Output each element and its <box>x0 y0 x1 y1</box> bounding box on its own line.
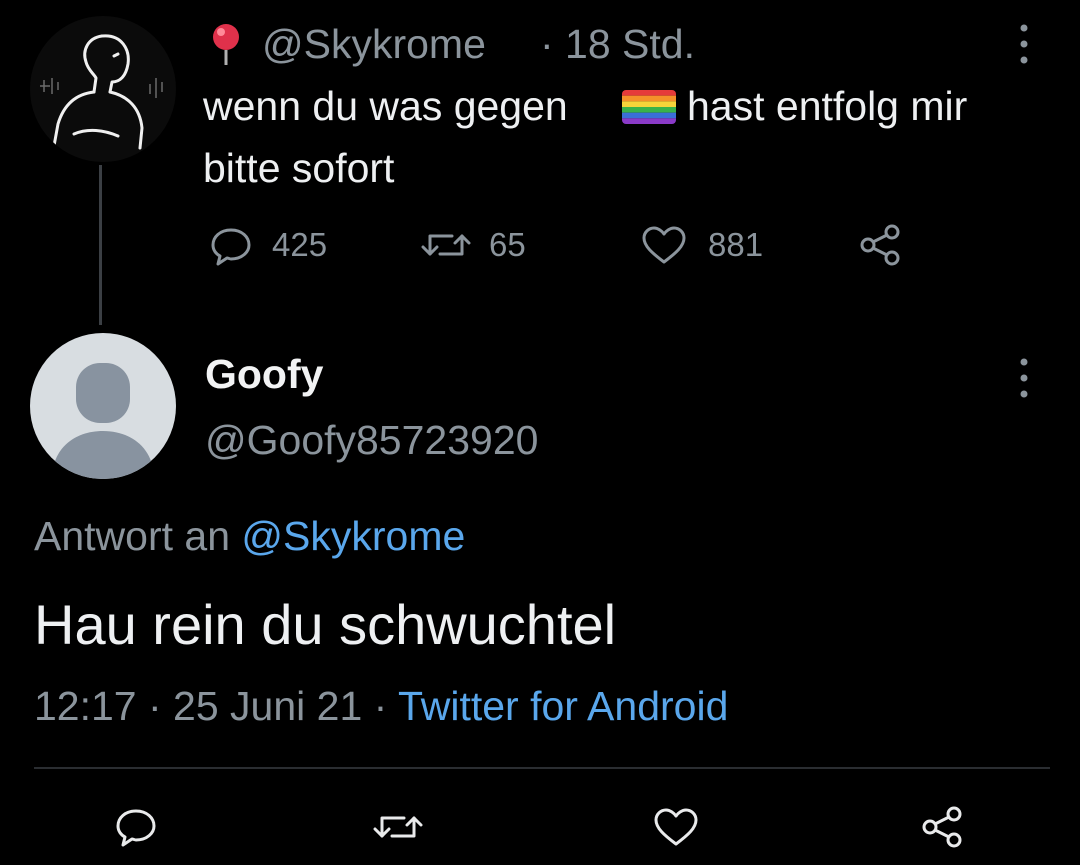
more-options-icon[interactable] <box>1018 356 1030 400</box>
like-heart-icon[interactable] <box>650 803 702 851</box>
reply-author-name[interactable]: Goofy <box>205 348 323 400</box>
goofy-default-avatar[interactable] <box>30 333 176 479</box>
replying-to-mention-link[interactable]: @Skykrome <box>241 513 465 559</box>
skykrome-avatar[interactable] <box>30 16 176 162</box>
reply-icon[interactable] <box>112 803 160 851</box>
original-tweet-text-part2: hast entfolg mir <box>687 83 968 129</box>
reply-count: 425 <box>272 226 328 263</box>
original-author-handle[interactable]: @Skykrome <box>262 18 486 70</box>
original-tweet-time: · 18 Std. <box>540 21 695 67</box>
round-pushpin-icon <box>213 24 239 65</box>
line-art-person-icon <box>40 34 163 150</box>
thread-connector-line <box>99 165 102 325</box>
reply-author-handle[interactable]: @Goofy85723920 <box>205 414 538 466</box>
retweet-icon[interactable] <box>370 803 426 851</box>
reply-tweet-text: Hau rein du schwuchtel <box>34 593 617 656</box>
default-profile-icon <box>52 363 154 479</box>
replying-to-line: Antwort an @Skykrome <box>34 510 465 562</box>
tweet-meta: 12:17 · 25 Juni 21 · Twitter for Android <box>34 680 728 732</box>
like-heart-icon[interactable] <box>638 220 690 270</box>
tweet-timestamp: 12:17 · 25 Juni 21 · <box>34 683 388 729</box>
reply-icon[interactable] <box>207 220 255 270</box>
original-tweet-text-line2: bitte sofort <box>203 145 395 191</box>
retweet-icon[interactable] <box>418 220 474 270</box>
rainbow-flag-icon <box>622 90 676 124</box>
share-icon[interactable] <box>920 803 966 851</box>
like-count: 881 <box>708 226 764 263</box>
tweet-source-link[interactable]: Twitter for Android <box>398 683 728 729</box>
retweet-count: 65 <box>489 226 526 263</box>
share-icon[interactable] <box>858 220 904 270</box>
original-tweet-text-part1: wenn du was gegen <box>203 83 568 129</box>
replying-to-label: Antwort an <box>34 513 230 559</box>
more-options-icon[interactable] <box>1018 22 1030 66</box>
divider <box>34 767 1050 769</box>
